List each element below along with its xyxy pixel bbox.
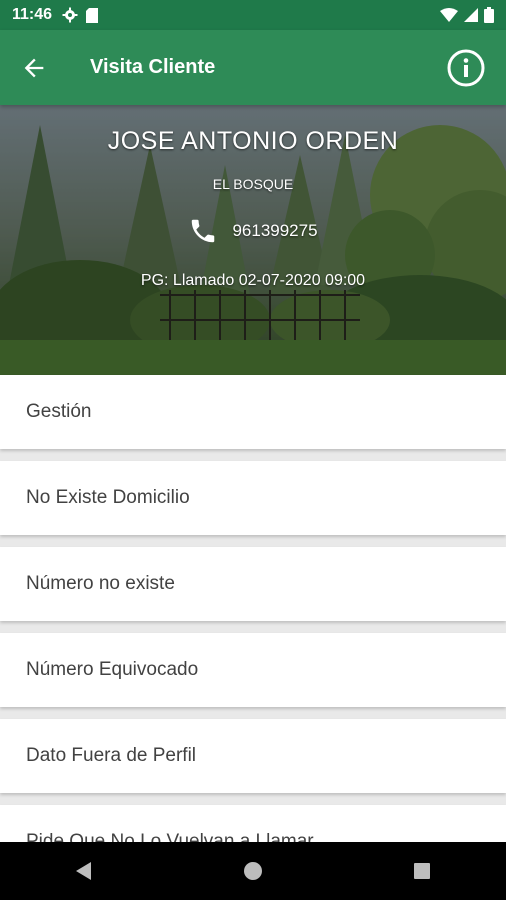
status-bar: 11:46	[0, 0, 506, 30]
nav-back-icon	[76, 862, 92, 880]
status-time: 11:46	[12, 6, 53, 23]
client-name: JOSE ANTONIO ORDEN	[107, 127, 399, 155]
page-title: Visita Cliente	[90, 56, 216, 78]
back-button[interactable]	[12, 46, 56, 90]
nav-recents-button[interactable]	[402, 851, 442, 891]
option-dato-fuera-de-perfil[interactable]: Dato Fuera de Perfil	[0, 719, 506, 793]
option-no-existe-domicilio[interactable]: No Existe Domicilio	[0, 461, 506, 535]
management-options-list: Gestión No Existe Domicilio Número no ex…	[0, 375, 506, 891]
last-contact-info: PG: Llamado 02-07-2020 09:00	[140, 272, 366, 289]
sd-card-icon	[86, 7, 99, 23]
option-label: No Existe Domicilio	[26, 487, 190, 508]
phone-icon	[192, 219, 215, 243]
info-icon	[447, 49, 485, 86]
info-button[interactable]	[444, 46, 488, 90]
option-label: Número Equivocado	[26, 659, 199, 680]
option-numero-no-existe[interactable]: Número no existe	[0, 547, 506, 621]
nav-recents-icon	[413, 863, 430, 879]
option-gestion[interactable]: Gestión	[0, 375, 506, 449]
option-label: Dato Fuera de Perfil	[26, 745, 197, 766]
battery-icon	[484, 7, 494, 23]
option-numero-equivocado[interactable]: Número Equivocado	[0, 633, 506, 707]
nav-home-icon	[243, 862, 262, 880]
arrow-back-icon	[24, 58, 44, 77]
app-bar: Visita Cliente	[0, 30, 506, 105]
option-label: Gestión	[26, 401, 92, 422]
system-nav-bar	[0, 842, 506, 900]
signal-icon	[464, 8, 478, 22]
nav-home-button[interactable]	[233, 851, 273, 891]
option-label: Número no existe	[26, 573, 175, 594]
phone-number: 961399275	[232, 221, 318, 240]
nav-back-button[interactable]	[64, 851, 104, 891]
client-district: EL BOSQUE	[212, 176, 294, 192]
client-header: JOSE ANTONIO ORDEN EL BOSQUE 961399275 P…	[0, 105, 506, 375]
client-phone[interactable]: 961399275	[188, 216, 318, 246]
wifi-icon	[440, 8, 458, 22]
gear-icon	[62, 7, 78, 23]
